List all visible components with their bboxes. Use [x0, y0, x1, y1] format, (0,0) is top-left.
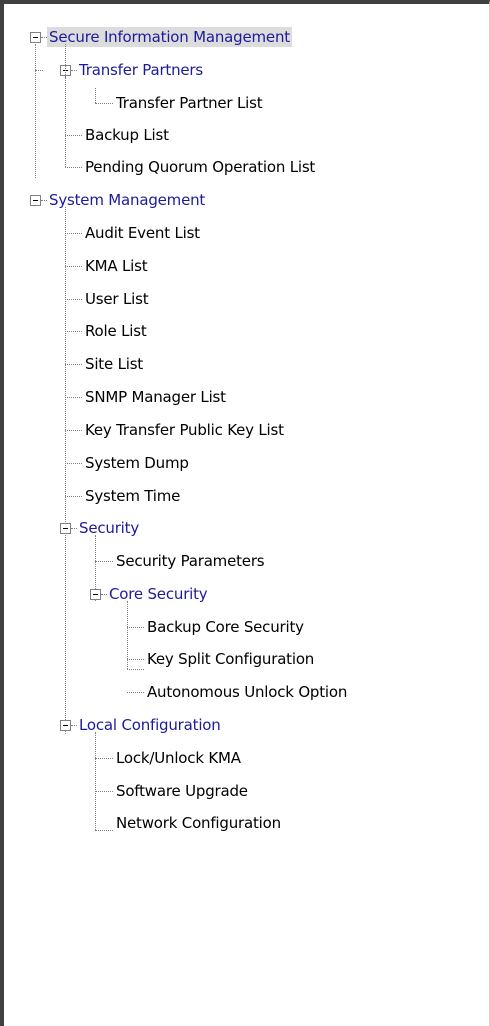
tree-connector [65, 430, 82, 431]
tree-connector [95, 791, 113, 792]
tree-connector [65, 397, 82, 398]
tree-node-site-list[interactable]: Site List [83, 354, 145, 374]
tree-connector [95, 830, 113, 831]
tree-connector [95, 561, 113, 562]
tree-connector [65, 207, 66, 734]
collapse-icon[interactable] [60, 720, 71, 731]
tree-node-kma-list[interactable]: KMA List [83, 256, 149, 276]
tree-connector [127, 627, 144, 628]
collapse-icon[interactable] [30, 32, 41, 43]
tree-node-key-split-configuration[interactable]: Key Split Configuration [145, 649, 316, 669]
tree-connector [95, 732, 96, 830]
collapse-icon[interactable] [60, 523, 71, 534]
tree-node-snmp-manager-list[interactable]: SNMP Manager List [83, 387, 228, 407]
tree-connector [65, 44, 66, 167]
tree-node-core-security[interactable]: Core Security [107, 584, 209, 604]
tree-connector [65, 167, 82, 168]
tree-node-backup-list[interactable]: Backup List [83, 125, 171, 145]
tree-node-pending-quorum-operation-list[interactable]: Pending Quorum Operation List [83, 157, 317, 177]
tree-node-transfer-partners[interactable]: Transfer Partners [77, 60, 205, 80]
tree-node-system-management[interactable]: System Management [47, 190, 207, 210]
tree-node-key-transfer-public-key-list[interactable]: Key Transfer Public Key List [83, 420, 286, 440]
tree-connector [35, 70, 43, 71]
tree-node-role-list[interactable]: Role List [83, 321, 149, 341]
tree-node-security[interactable]: Security [77, 518, 141, 538]
tree-node-software-upgrade[interactable]: Software Upgrade [114, 781, 250, 801]
collapse-icon[interactable] [30, 195, 41, 206]
tree-node-user-list[interactable]: User List [83, 289, 150, 309]
tree-connector [65, 463, 82, 464]
tree-connector [95, 103, 113, 104]
tree-panel: Secure Information Management Transfer P… [0, 0, 490, 1026]
tree-node-lock-unlock-kma[interactable]: Lock/Unlock KMA [114, 748, 243, 768]
tree-node-local-configuration[interactable]: Local Configuration [77, 715, 223, 735]
tree-node-autonomous-unlock-option[interactable]: Autonomous Unlock Option [145, 682, 349, 702]
tree-connector [65, 135, 82, 136]
tree-connector [95, 88, 96, 103]
tree-connector [65, 364, 82, 365]
tree-node-transfer-partner-list[interactable]: Transfer Partner List [114, 93, 264, 113]
tree-connector [127, 669, 144, 670]
collapse-icon[interactable] [90, 589, 101, 600]
tree-connector [65, 331, 82, 332]
tree-connector [35, 44, 36, 178]
tree-node-backup-core-security[interactable]: Backup Core Security [145, 617, 306, 637]
tree-connector [65, 496, 82, 497]
tree-connector [65, 299, 82, 300]
tree-connector [65, 233, 82, 234]
tree-connector [65, 266, 82, 267]
tree-node-audit-event-list[interactable]: Audit Event List [83, 223, 202, 243]
tree-connector [95, 758, 113, 759]
tree-node-security-parameters[interactable]: Security Parameters [114, 551, 266, 571]
tree-node-network-configuration[interactable]: Network Configuration [114, 813, 283, 833]
tree-node-system-dump[interactable]: System Dump [83, 453, 191, 473]
tree-connector [127, 692, 144, 693]
navigation-tree: Secure Information Management Transfer P… [4, 4, 489, 1026]
tree-connector [127, 659, 144, 660]
tree-node-system-time[interactable]: System Time [83, 486, 182, 506]
tree-node-secure-information-management[interactable]: Secure Information Management [47, 27, 292, 47]
